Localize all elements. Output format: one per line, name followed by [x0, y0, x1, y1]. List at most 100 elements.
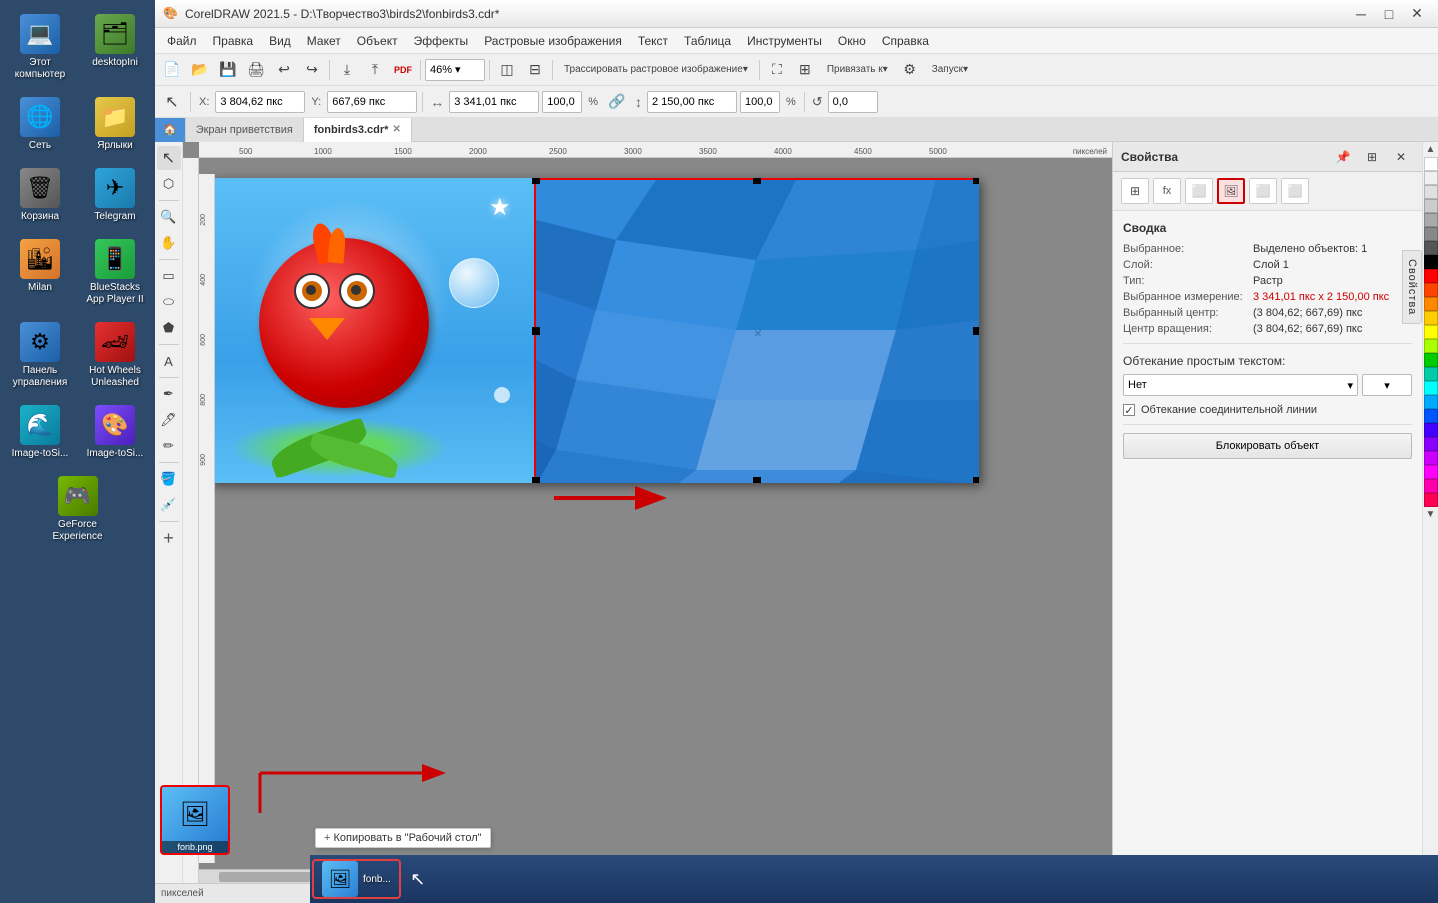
desktop-icon-imageto[interactable]: 🎨 Image-toSi... [80, 401, 150, 464]
handle-mid-right[interactable] [973, 327, 979, 335]
lock-ratio-btn[interactable]: 🔗 [604, 90, 630, 114]
color-swatch-gray3[interactable] [1424, 213, 1438, 227]
menu-view[interactable]: Вид [261, 31, 299, 51]
menu-file[interactable]: Файл [159, 31, 205, 51]
tab-home[interactable]: 🏠 [155, 118, 186, 142]
color-swatch-yellow-orange[interactable] [1424, 311, 1438, 325]
fill-tool[interactable]: 🪣 [157, 467, 181, 491]
props-close-btn[interactable]: ✕ [1388, 145, 1414, 169]
desktop-icon-shortcuts[interactable]: 📁 Ярлыки [80, 93, 150, 156]
props-pin-btn[interactable]: 📌 [1330, 145, 1356, 169]
palette-up-arrow[interactable]: ▲ [1424, 142, 1438, 157]
fullscreen-btn[interactable]: ⛶ [764, 58, 790, 82]
color-swatch-green[interactable] [1424, 353, 1438, 367]
dropper-tool[interactable]: 💉 [157, 493, 181, 517]
handle-top-right[interactable] [973, 178, 979, 184]
desktop-icon-panel[interactable]: ⚙ Панель управления [5, 318, 75, 393]
undo-btn[interactable]: ↩ [271, 58, 297, 82]
bezier-tool[interactable]: 🖊 [157, 408, 181, 432]
desktop-icon-computer[interactable]: 💻 Этот компьютер [5, 10, 75, 85]
print-btn[interactable]: 🖨 [243, 58, 269, 82]
pan-tool[interactable]: ✋ [157, 231, 181, 255]
color-swatch-orange-red[interactable] [1424, 283, 1438, 297]
maximize-button[interactable]: □ [1376, 4, 1402, 24]
mirror-h-btn[interactable]: ◫ [494, 58, 520, 82]
color-swatch-gray5[interactable] [1424, 241, 1438, 255]
pen-tool[interactable]: ✒ [157, 382, 181, 406]
handle-top-left[interactable] [532, 178, 540, 184]
sidebar-properties-tab[interactable]: Свойства [1402, 250, 1422, 324]
handle-top-center[interactable] [753, 178, 761, 184]
block-object-btn[interactable]: Блокировать объект [1123, 433, 1412, 459]
add-page-btn[interactable]: + [157, 526, 181, 550]
zoom-dropdown[interactable]: 46% ▾ [425, 59, 485, 81]
minimize-button[interactable]: ─ [1348, 4, 1374, 24]
save-btn[interactable]: 💾 [215, 58, 241, 82]
settings-btn[interactable]: ⚙ [897, 58, 923, 82]
menu-effects[interactable]: Эффекты [406, 31, 477, 51]
taskbar-fonbird-item[interactable]: 🖼 fonb... [312, 859, 401, 899]
height-input[interactable] [647, 91, 737, 113]
desktop-icon-milan[interactable]: 🏙 Milan [5, 235, 75, 310]
props-tab-shape[interactable]: ⬜ [1185, 178, 1213, 204]
node-tool[interactable]: ⬡ [157, 172, 181, 196]
width-input[interactable] [449, 91, 539, 113]
color-swatch-black[interactable] [1424, 255, 1438, 269]
menu-table[interactable]: Таблица [676, 31, 739, 51]
color-swatch-sky[interactable] [1424, 395, 1438, 409]
trace-btn[interactable]: Трассировать растровое изображение ▾ [557, 58, 755, 82]
desktop-icon-telegram[interactable]: ✈ Telegram [80, 164, 150, 227]
coord-x-input[interactable] [215, 91, 305, 113]
freehand-tool[interactable]: ✏ [157, 434, 181, 458]
color-swatch-orange[interactable] [1424, 297, 1438, 311]
color-swatch-teal[interactable] [1424, 367, 1438, 381]
props-tab-fx[interactable]: fx [1153, 178, 1181, 204]
menu-window[interactable]: Окно [830, 31, 874, 51]
tab-welcome[interactable]: Экран приветствия [186, 118, 304, 142]
color-swatch-purple[interactable] [1424, 451, 1438, 465]
props-tab-extra[interactable]: ⬜ [1281, 178, 1309, 204]
color-swatch-yellow[interactable] [1424, 325, 1438, 339]
color-swatch-lgray[interactable] [1424, 171, 1438, 185]
desktop-icon-edge[interactable]: 🌊 Image-toSi... [5, 401, 75, 464]
coord-y-input[interactable] [327, 91, 417, 113]
color-swatch-rose[interactable] [1424, 493, 1438, 507]
wrapping-checkbox[interactable]: ✓ [1123, 404, 1135, 416]
color-swatch-white[interactable] [1424, 157, 1438, 171]
open-btn[interactable]: 📂 [187, 58, 213, 82]
height-pct-input[interactable] [740, 91, 780, 113]
color-swatch-magenta[interactable] [1424, 465, 1438, 479]
rect-tool[interactable]: ▭ [157, 264, 181, 288]
handle-bot-center[interactable] [753, 477, 761, 483]
new-btn[interactable]: 📄 [159, 58, 185, 82]
taskbar-fonbird-box[interactable]: 🖼 fonb.png [160, 785, 230, 855]
select-tool[interactable]: ↖ [157, 146, 181, 170]
grid-btn[interactable]: ⊞ [792, 58, 818, 82]
props-tab-grid[interactable]: ⊞ [1121, 178, 1149, 204]
zoom-tool[interactable]: 🔍 [157, 205, 181, 229]
color-swatch-blue[interactable] [1424, 409, 1438, 423]
menu-tools[interactable]: Инструменты [739, 31, 830, 51]
color-swatch-pink[interactable] [1424, 479, 1438, 493]
snap-btn[interactable]: Привязать к ▾ [820, 58, 895, 82]
selected-image[interactable]: × [534, 178, 979, 483]
tab-file[interactable]: fonbirds3.cdr* ✕ [304, 118, 412, 142]
props-expand-btn[interactable]: ⊞ [1359, 145, 1385, 169]
launch-btn[interactable]: Запуск ▾ [925, 58, 975, 82]
tab-close-icon[interactable]: ✕ [392, 124, 400, 135]
menu-object[interactable]: Объект [349, 31, 406, 51]
width-pct-input[interactable] [542, 91, 582, 113]
color-swatch-red[interactable] [1424, 269, 1438, 283]
color-swatch-cyan[interactable] [1424, 381, 1438, 395]
menu-help[interactable]: Справка [874, 31, 937, 51]
menu-text[interactable]: Текст [630, 31, 676, 51]
color-swatch-gray4[interactable] [1424, 227, 1438, 241]
desktop-icon-geforce[interactable]: 🎮 GeForce Experience [43, 472, 113, 547]
wrapping-dropdown[interactable]: Нет ▾ [1123, 374, 1358, 396]
color-swatch-violet[interactable] [1424, 437, 1438, 451]
ellipse-tool[interactable]: ⬭ [157, 290, 181, 314]
color-swatch-indigo[interactable] [1424, 423, 1438, 437]
mirror-v-btn[interactable]: ⊟ [522, 58, 548, 82]
color-swatch-gray2[interactable] [1424, 199, 1438, 213]
color-swatch-yellow-green[interactable] [1424, 339, 1438, 353]
